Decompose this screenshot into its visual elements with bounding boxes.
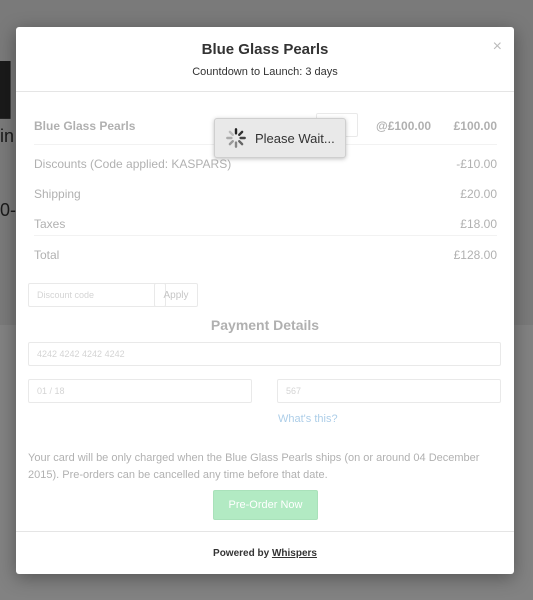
taxes-value: £18.00 <box>460 217 497 231</box>
shipping-value: £20.00 <box>460 187 497 201</box>
close-icon[interactable]: × <box>493 38 502 56</box>
total-row: Total £128.00 <box>34 241 497 269</box>
total-label: Total <box>34 248 60 262</box>
shipping-row: Shipping £20.00 <box>34 180 497 208</box>
background-number-fragment: 0- <box>0 200 17 220</box>
spinner-icon <box>226 128 246 148</box>
modal-header: Blue Glass Pearls Countdown to Launch: 3… <box>16 27 514 92</box>
pre-order-button[interactable]: Pre-Order Now <box>213 490 318 520</box>
unit-price: @£100.00 <box>376 119 432 133</box>
payment-details-title: Payment Details <box>210 317 320 333</box>
discount-label: Discounts (Code applied: KASPARS) <box>34 157 232 171</box>
modal-title: Blue Glass Pearls <box>201 41 329 58</box>
charge-notice: Your card will be only charged when the … <box>28 452 480 481</box>
line-total: £100.00 <box>453 119 497 133</box>
expiry-field[interactable]: 01 / 18 <box>28 379 252 403</box>
preorder-modal: Blue Glass Pearls Countdown to Launch: 3… <box>16 27 514 574</box>
apply-discount-button[interactable]: Apply <box>154 283 198 307</box>
powered-by: Powered by Whispers <box>16 548 514 559</box>
please-wait-text: Please Wait... <box>255 130 335 146</box>
whats-this-link[interactable]: What's this? <box>278 413 338 425</box>
background-text-fragment: in <box>0 126 15 146</box>
taxes-row: Taxes £18.00 <box>34 210 497 238</box>
product-name: Blue Glass Pearls <box>34 119 136 133</box>
background-heading-fragment: l <box>0 47 17 136</box>
divider <box>34 235 497 236</box>
launch-countdown: Countdown to Launch: 3 days <box>192 66 338 78</box>
please-wait-overlay: Please Wait... <box>214 118 346 158</box>
powered-by-text: Powered by <box>213 548 270 559</box>
total-value: £128.00 <box>453 248 497 262</box>
discount-value: -£10.00 <box>456 157 497 171</box>
shipping-label: Shipping <box>34 187 81 201</box>
whispers-link[interactable]: Whispers <box>272 548 317 559</box>
taxes-label: Taxes <box>34 217 66 231</box>
discount-code-input[interactable]: Discount code <box>28 283 166 307</box>
card-number-field[interactable]: 4242 4242 4242 4242 <box>28 342 501 366</box>
modal-footer: Powered by Whispers <box>16 531 514 575</box>
cvc-field[interactable]: 567 <box>277 379 501 403</box>
